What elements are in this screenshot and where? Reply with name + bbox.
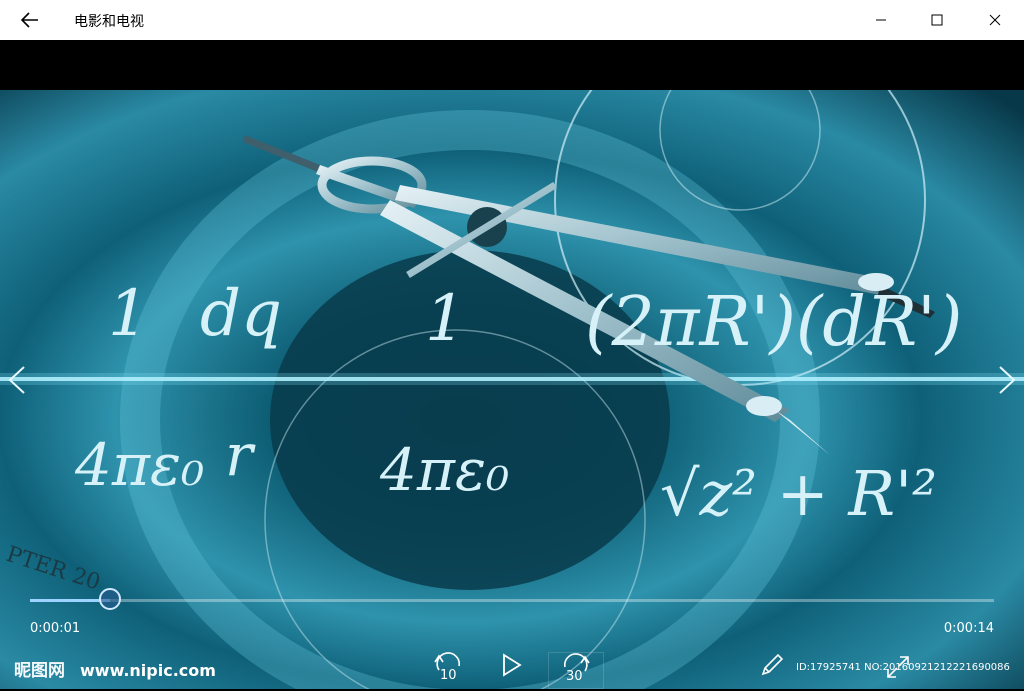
eq1-den: 4πε₀ <box>74 431 204 499</box>
skip-forward-label: 30 <box>566 669 583 684</box>
next-arrow[interactable] <box>990 365 1020 395</box>
window-title: 电影和电视 <box>74 14 144 30</box>
maximize-button[interactable] <box>914 0 960 40</box>
eq2-num: 1 <box>425 282 466 356</box>
eq1-num: 1 <box>108 277 149 351</box>
seek-fill <box>30 599 110 602</box>
skip-forward-button[interactable]: 30 <box>548 652 604 689</box>
close-button[interactable] <box>972 0 1018 40</box>
skip-back-label: 10 <box>440 668 457 683</box>
total-time: 0:00:14 <box>943 621 994 636</box>
watermark-url: www.nipic.com <box>80 661 216 680</box>
eq3-top: (2πR')(dR') <box>585 283 962 362</box>
eq3-bottom: √z² + R'² <box>660 457 937 530</box>
minimize-icon <box>876 19 886 21</box>
current-time: 0:00:01 <box>30 621 81 636</box>
chevron-left-icon <box>8 366 25 394</box>
eq2-den: 4πε₀ <box>379 436 509 504</box>
video-glow-halo <box>0 373 1024 385</box>
seek-bar[interactable] <box>30 588 994 610</box>
expand-icon <box>887 656 909 678</box>
minimize-button[interactable] <box>858 0 904 40</box>
skip-back-button[interactable]: 10 <box>430 652 466 689</box>
back-button[interactable] <box>14 8 46 32</box>
play-icon <box>503 653 522 677</box>
watermark-brand: 昵图网 <box>14 661 65 681</box>
maximize-icon <box>931 14 943 26</box>
letterbox-top <box>0 40 1024 90</box>
back-arrow-icon <box>21 12 38 28</box>
pen-icon <box>761 653 784 676</box>
eq1-num2: dq <box>200 277 282 351</box>
title-bar: 电影和电视 <box>0 0 1024 40</box>
eq1-den2: r <box>225 421 256 489</box>
edit-button[interactable] <box>756 652 788 689</box>
seek-track[interactable] <box>30 599 994 602</box>
play-button[interactable] <box>496 652 528 689</box>
chevron-right-icon <box>999 366 1016 394</box>
fullscreen-button[interactable] <box>882 654 914 691</box>
seek-thumb[interactable] <box>99 588 121 610</box>
close-icon <box>989 14 1001 26</box>
previous-arrow[interactable] <box>4 365 34 395</box>
